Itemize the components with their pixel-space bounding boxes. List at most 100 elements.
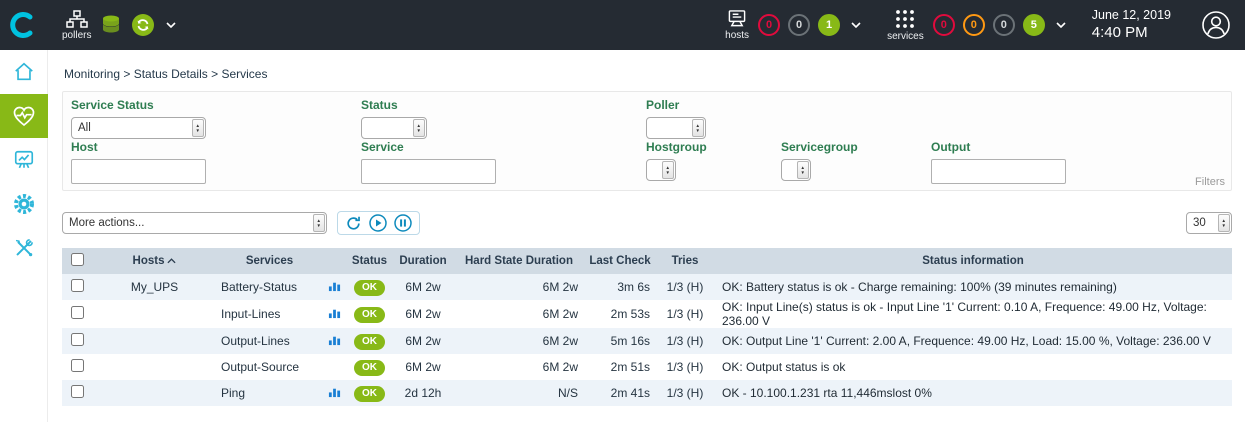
duration-cell: 2d 12h xyxy=(392,380,454,406)
sidebar-item-administration[interactable] xyxy=(0,226,48,270)
service-graph-icon[interactable] xyxy=(328,387,341,401)
hostgroup-select[interactable] xyxy=(646,159,676,181)
duration-cell: 6M 2w xyxy=(392,274,454,300)
services-counter-green[interactable]: 5 xyxy=(1023,14,1045,36)
host-link[interactable] xyxy=(92,328,217,354)
status-information-cell: OK: Input Line(s) status is ok - Input L… xyxy=(714,300,1232,328)
services-table: Hosts Services Status Duration Hard Stat… xyxy=(62,248,1232,406)
current-date: June 12, 2019 xyxy=(1092,7,1171,23)
host-link[interactable] xyxy=(92,380,217,406)
poller-select[interactable] xyxy=(646,117,706,139)
host-link[interactable] xyxy=(92,300,217,328)
status-badge: OK xyxy=(354,280,385,296)
page-size-select[interactable]: 30 xyxy=(1186,212,1232,234)
col-header-status[interactable]: Status xyxy=(347,248,392,274)
tries-cell: 1/3 (H) xyxy=(656,274,714,300)
pollers-menu[interactable]: pollers xyxy=(62,10,91,41)
row-checkbox[interactable] xyxy=(71,385,84,398)
col-header-services[interactable]: Services xyxy=(217,248,322,274)
status-information-cell: OK - 10.100.1.231 rta 11,446mslost 0% xyxy=(714,380,1232,406)
resume-refresh-button[interactable] xyxy=(369,214,387,232)
user-icon xyxy=(1201,10,1231,40)
col-header-hosts[interactable]: Hosts xyxy=(92,248,217,274)
sidebar xyxy=(0,50,48,422)
col-header-status-information[interactable]: Status information xyxy=(714,248,1232,274)
refresh-button[interactable] xyxy=(345,215,362,232)
pollers-group: pollers xyxy=(62,10,176,41)
hard-state-duration-cell: 6M 2w xyxy=(454,300,584,328)
services-status-counters: 0005 xyxy=(933,14,1045,36)
services-label: services xyxy=(887,31,924,42)
more-actions-select[interactable]: More actions... xyxy=(62,212,327,234)
database-status-icon[interactable] xyxy=(100,14,122,36)
service-link[interactable]: Output-Source xyxy=(217,354,322,380)
row-checkbox[interactable] xyxy=(71,359,84,372)
status-select[interactable] xyxy=(361,117,427,139)
service-link[interactable]: Input-Lines xyxy=(217,300,322,328)
service-link[interactable]: Output-Lines xyxy=(217,328,322,354)
host-link[interactable]: My_UPS xyxy=(92,274,217,300)
sidebar-item-reporting[interactable] xyxy=(0,138,48,182)
hosts-counter-red[interactable]: 0 xyxy=(758,14,780,36)
last-check-cell: 2m 41s xyxy=(584,380,656,406)
col-header-duration[interactable]: Duration xyxy=(392,248,454,274)
status-badge: OK xyxy=(354,334,385,350)
tries-cell: 1/3 (H) xyxy=(656,300,714,328)
table-row: Output-Lines OK 6M 2w 6M 2w 5m 16s 1/3 (… xyxy=(62,328,1232,354)
pause-circle-icon xyxy=(394,214,412,232)
centreon-logo[interactable] xyxy=(0,0,48,50)
row-checkbox[interactable] xyxy=(71,279,84,292)
service-graph-icon[interactable] xyxy=(328,281,341,295)
host-search-input[interactable] xyxy=(71,159,206,184)
service-link[interactable]: Battery-Status xyxy=(217,274,322,300)
col-header-hard-state-duration[interactable]: Hard State Duration xyxy=(454,248,584,274)
status-badge: OK xyxy=(354,386,385,402)
table-row: Ping OK 2d 12h N/S 2m 41s 1/3 (H) OK - 1… xyxy=(62,380,1232,406)
user-profile-button[interactable] xyxy=(1201,10,1231,40)
servicegroup-label: Servicegroup xyxy=(781,140,858,154)
service-graph-icon[interactable] xyxy=(328,335,341,349)
service-link[interactable]: Ping xyxy=(217,380,322,406)
gear-icon xyxy=(12,192,36,216)
host-label: Host xyxy=(71,140,206,154)
row-checkbox[interactable] xyxy=(71,333,84,346)
select-all-checkbox[interactable] xyxy=(71,253,84,266)
pollers-icon xyxy=(66,10,88,28)
sidebar-item-monitoring[interactable] xyxy=(0,94,48,138)
pause-refresh-button[interactable] xyxy=(394,214,412,232)
service-graph-icon[interactable] xyxy=(328,308,341,322)
breadcrumb-item[interactable]: Monitoring xyxy=(64,67,120,81)
hosts-menu[interactable]: hosts xyxy=(725,9,749,41)
service-status-select[interactable]: All xyxy=(71,117,206,139)
centreon-logo-icon xyxy=(9,10,39,40)
pollers-chevron-down-icon[interactable] xyxy=(166,22,176,28)
col-header-last-check[interactable]: Last Check xyxy=(584,248,656,274)
output-search-input[interactable] xyxy=(931,159,1066,184)
services-chevron-down-icon[interactable] xyxy=(1056,22,1066,28)
status-information-cell: OK: Output status is ok xyxy=(714,354,1232,380)
sidebar-item-home[interactable] xyxy=(0,50,48,94)
breadcrumb: Monitoring > Status Details > Services xyxy=(64,67,1232,81)
col-header-tries[interactable]: Tries xyxy=(656,248,714,274)
breadcrumb-item[interactable]: Services xyxy=(221,67,267,81)
breadcrumb-item[interactable]: Status Details xyxy=(134,67,208,81)
hosts-icon xyxy=(726,9,748,28)
services-counter-orange[interactable]: 0 xyxy=(963,14,985,36)
top-bar: pollers hosts xyxy=(0,0,1245,50)
services-menu[interactable]: services xyxy=(887,9,924,42)
sidebar-item-configuration[interactable] xyxy=(0,182,48,226)
tries-cell: 1/3 (H) xyxy=(656,328,714,354)
poller-sync-status-icon[interactable] xyxy=(131,13,155,37)
hosts-chevron-down-icon[interactable] xyxy=(851,22,861,28)
services-counter-dark[interactable]: 0 xyxy=(993,14,1015,36)
service-search-input[interactable] xyxy=(361,159,496,184)
hosts-counter-green[interactable]: 1 xyxy=(818,14,840,36)
duration-cell: 6M 2w xyxy=(392,300,454,328)
current-time: 4:40 PM xyxy=(1092,23,1171,43)
servicegroup-select[interactable] xyxy=(781,159,811,181)
row-checkbox[interactable] xyxy=(71,306,84,319)
host-link[interactable] xyxy=(92,354,217,380)
hosts-counter-dark[interactable]: 0 xyxy=(788,14,810,36)
tries-cell: 1/3 (H) xyxy=(656,354,714,380)
services-counter-red[interactable]: 0 xyxy=(933,14,955,36)
